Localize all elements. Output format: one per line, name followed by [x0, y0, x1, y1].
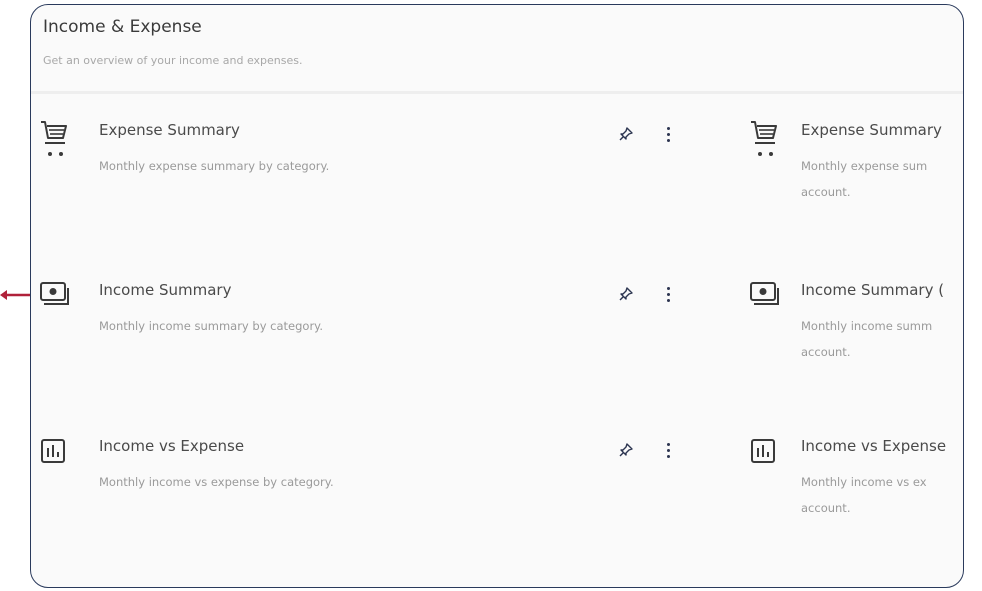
- shopping-cart-icon: [749, 119, 789, 159]
- money-stack-icon: [39, 279, 79, 319]
- panel-subtitle: Get an overview of your income and expen…: [43, 54, 303, 67]
- report-title: Expense Summary: [801, 121, 942, 139]
- report-description: Monthly expense sum account.: [801, 159, 928, 199]
- report-title: Expense Summary: [99, 121, 240, 139]
- pin-icon: [619, 443, 633, 457]
- report-description: Monthly income vs ex account.: [801, 475, 927, 515]
- panel-title: Income & Expense: [43, 17, 202, 37]
- pin-button[interactable]: [611, 279, 641, 309]
- pin-button[interactable]: [611, 119, 641, 149]
- report-card-expense-summary-account[interactable]: Expense Summary Monthly expense sum acco…: [749, 119, 963, 229]
- report-card-expense-summary[interactable]: Expense Summary Monthly expense summary …: [39, 119, 679, 229]
- money-stack-icon: [749, 279, 789, 319]
- report-title: Income vs Expense: [801, 437, 947, 455]
- divider: [31, 91, 963, 94]
- report-title: Income Summary: [99, 281, 232, 299]
- pin-icon: [619, 287, 633, 301]
- pin-icon: [619, 127, 633, 141]
- report-description: Monthly income summary by category.: [99, 319, 323, 333]
- bar-chart-icon: [39, 435, 79, 475]
- report-title: Income Summary (: [801, 281, 945, 299]
- shopping-cart-icon: [39, 119, 79, 159]
- report-card-income-summary-account[interactable]: Income Summary ( Monthly income summ acc…: [749, 279, 963, 389]
- more-options-button[interactable]: [658, 119, 678, 149]
- report-card-income-vs-expense[interactable]: Income vs Expense Monthly income vs expe…: [39, 435, 679, 545]
- pin-button[interactable]: [611, 435, 641, 465]
- more-options-button[interactable]: [658, 279, 678, 309]
- kebab-icon: [666, 126, 670, 130]
- report-card-income-summary[interactable]: Income Summary Monthly income summary by…: [39, 279, 679, 389]
- report-description: Monthly expense summary by category.: [99, 159, 330, 173]
- bar-chart-icon: [749, 435, 789, 475]
- kebab-icon: [666, 286, 670, 290]
- more-options-button[interactable]: [658, 435, 678, 465]
- report-description: Monthly income vs expense by category.: [99, 475, 334, 489]
- report-title: Income vs Expense: [99, 437, 245, 455]
- callout-pointer: [0, 290, 30, 300]
- kebab-icon: [666, 442, 670, 446]
- report-card-income-vs-expense-account[interactable]: Income vs Expense Monthly income vs ex a…: [749, 435, 963, 545]
- income-expense-panel: Income & Expense Get an overview of your…: [30, 4, 964, 588]
- report-description: Monthly income summ account.: [801, 319, 933, 359]
